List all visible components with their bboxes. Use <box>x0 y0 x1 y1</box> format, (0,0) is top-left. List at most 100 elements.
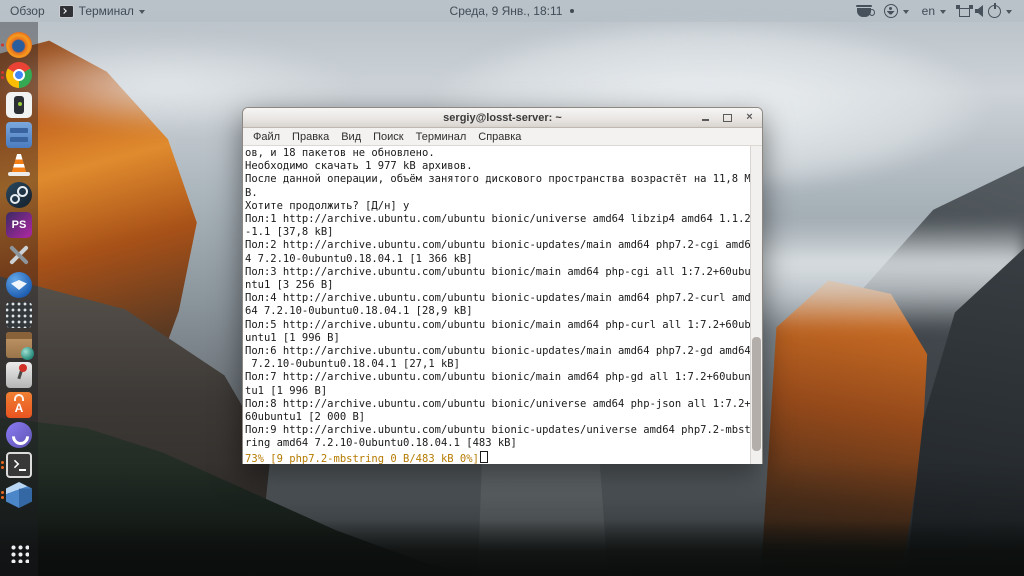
clock-button[interactable]: Среда, 9 Янв., 18:11 <box>450 4 575 18</box>
window-titlebar[interactable]: sergiy@losst-server: ~ × <box>243 108 762 128</box>
scrollbar-track[interactable] <box>750 146 762 464</box>
terminal-line: Пол:3 http://archive.ubuntu.com/ubuntu b… <box>245 265 751 278</box>
firefox-icon <box>6 32 32 58</box>
volume-icon <box>975 5 983 17</box>
dock-item-file-cabinet[interactable] <box>0 120 38 150</box>
dock-item-ps-editor[interactable]: PS <box>0 210 38 240</box>
phone-app-icon <box>6 92 32 118</box>
dock-item-viber[interactable] <box>0 420 38 450</box>
menu-bar: Файл Правка Вид Поиск Терминал Справка <box>243 128 762 146</box>
menu-edit[interactable]: Правка <box>286 130 335 144</box>
terminal-line: Пол:8 http://archive.ubuntu.com/ubuntu b… <box>245 397 751 410</box>
dock-item-firefox[interactable] <box>0 30 38 60</box>
terminal-line: ring amd64 7.2.10-0ubuntu0.18.04.1 [483 … <box>245 437 517 450</box>
activities-label: Обзор <box>10 4 45 18</box>
minimize-button[interactable] <box>699 111 712 124</box>
box-globe-icon <box>6 332 34 360</box>
dock-item-app-store[interactable]: A <box>0 390 38 420</box>
chevron-down-icon <box>902 9 909 14</box>
ps-editor-icon: PS <box>6 212 32 238</box>
maximize-button[interactable] <box>721 111 734 124</box>
terminal-line: Пол:6 http://archive.ubuntu.com/ubuntu b… <box>245 345 751 358</box>
terminal-line: ntu1 [3 256 B] <box>245 279 334 292</box>
app-menu-label: Терминал <box>78 4 134 18</box>
terminal-window: sergiy@losst-server: ~ × Файл Правка Вид… <box>242 107 763 464</box>
terminal-content[interactable]: ов, и 18 пакетов не обновлено. Необходим… <box>243 146 762 464</box>
keyboard-layout-menu[interactable]: en <box>922 4 946 18</box>
calculator-icon <box>6 302 32 328</box>
power-icon <box>988 2 1001 18</box>
app-menu-terminal[interactable]: Терминал <box>58 4 145 18</box>
thunderbird-icon <box>6 272 32 298</box>
terminal-line: 60ubuntu1 [2 000 B] <box>245 411 366 424</box>
terminal-line: 7.2.10-0ubuntu0.18.04.1 [27,1 kB] <box>245 358 460 371</box>
terminal-line: untu1 [1 996 B] <box>245 331 340 344</box>
file-cabinet-icon <box>6 122 32 148</box>
caffeine-indicator[interactable] <box>855 5 875 17</box>
terminal-line: Пол:7 http://archive.ubuntu.com/ubuntu b… <box>245 371 751 384</box>
terminal-line: Хотите продолжить? [Д/н] y <box>245 199 410 212</box>
dock-item-lever-app[interactable] <box>0 360 38 390</box>
terminal-line: После данной операции, объём занятого ди… <box>245 173 751 186</box>
terminal-line: Пол:5 http://archive.ubuntu.com/ubuntu b… <box>245 318 751 331</box>
dock-item-vlc[interactable] <box>0 150 38 180</box>
dock-item-thunderbird[interactable] <box>0 270 38 300</box>
dock-item-software-box[interactable] <box>0 330 38 360</box>
top-bar: Обзор Терминал Среда, 9 Янв., 18:11 en <box>0 0 1024 22</box>
coffee-cup-icon <box>855 5 875 17</box>
scrollbar-thumb[interactable] <box>752 336 761 452</box>
viber-icon <box>6 422 32 448</box>
terminal-line: tu1 [1 996 B] <box>245 384 328 397</box>
terminal-line: Пол:1 http://archive.ubuntu.com/ubuntu b… <box>245 213 751 226</box>
clock-label: Среда, 9 Янв., 18:11 <box>449 4 563 18</box>
menu-terminal[interactable]: Терминал <box>410 130 473 144</box>
menu-search[interactable]: Поиск <box>367 130 409 144</box>
menu-help[interactable]: Справка <box>472 130 527 144</box>
notification-dot-icon <box>570 9 575 13</box>
crossed-tools-icon <box>6 242 32 268</box>
dock-item-steam[interactable] <box>0 180 38 210</box>
running-indicator <box>1 71 4 79</box>
accessibility-icon <box>883 4 898 18</box>
terminal-line: 64 7.2.10-0ubuntu0.18.04.1 [28,9 kB] <box>245 305 473 318</box>
system-menu[interactable] <box>956 2 1012 18</box>
running-indicator <box>1 43 4 47</box>
terminal-line: Пол:2 http://archive.ubuntu.com/ubuntu b… <box>245 239 751 252</box>
virtualbox-cube-icon <box>6 482 32 508</box>
running-indicator <box>1 461 4 469</box>
dock-item-calculator[interactable] <box>0 300 38 330</box>
terminal-line: B. <box>245 186 258 199</box>
steam-icon <box>6 182 32 208</box>
terminal-line: Необходимо скачать 1 977 kB архивов. <box>245 160 473 173</box>
dock-item-chrome[interactable] <box>0 60 38 90</box>
network-wired-icon <box>956 5 973 17</box>
terminal-line: Пол:4 http://archive.ubuntu.com/ubuntu b… <box>245 292 751 305</box>
menu-view[interactable]: Вид <box>335 130 367 144</box>
ps-label: PS <box>11 219 27 231</box>
terminal-cursor <box>479 450 488 463</box>
dock-item-phone-app[interactable] <box>0 90 38 120</box>
terminal-icon <box>6 452 32 478</box>
terminal-line: -1.1 [37,8 kB] <box>245 226 334 239</box>
lever-icon <box>6 362 32 388</box>
apps-grid-icon <box>9 543 29 563</box>
progress-text: 73% [9 php7.2-mbstring 0 B/483 kB 0%] <box>245 452 479 464</box>
terminal-progress-line: 73% [9 php7.2-mbstring 0 B/483 kB 0%] <box>245 450 751 464</box>
running-indicator <box>1 491 4 499</box>
dock-item-virtualbox[interactable] <box>0 480 38 510</box>
close-button[interactable]: × <box>743 111 756 124</box>
dock-item-tweak-tools[interactable] <box>0 240 38 270</box>
menu-file[interactable]: Файл <box>247 130 286 144</box>
activities-button[interactable]: Обзор <box>10 4 45 18</box>
terminal-line: ов, и 18 пакетов не обновлено. <box>245 147 435 159</box>
show-applications-button[interactable] <box>0 538 38 568</box>
dock-item-terminal[interactable] <box>0 450 38 480</box>
vlc-cone-icon <box>6 152 32 178</box>
chevron-down-icon <box>138 9 145 14</box>
window-title: sergiy@losst-server: ~ <box>443 111 562 124</box>
keyboard-layout-label: en <box>921 4 935 18</box>
dock: PS A <box>0 22 38 576</box>
bag-label: A <box>14 401 24 415</box>
accessibility-menu[interactable] <box>883 4 909 18</box>
chevron-down-icon <box>1006 9 1012 14</box>
